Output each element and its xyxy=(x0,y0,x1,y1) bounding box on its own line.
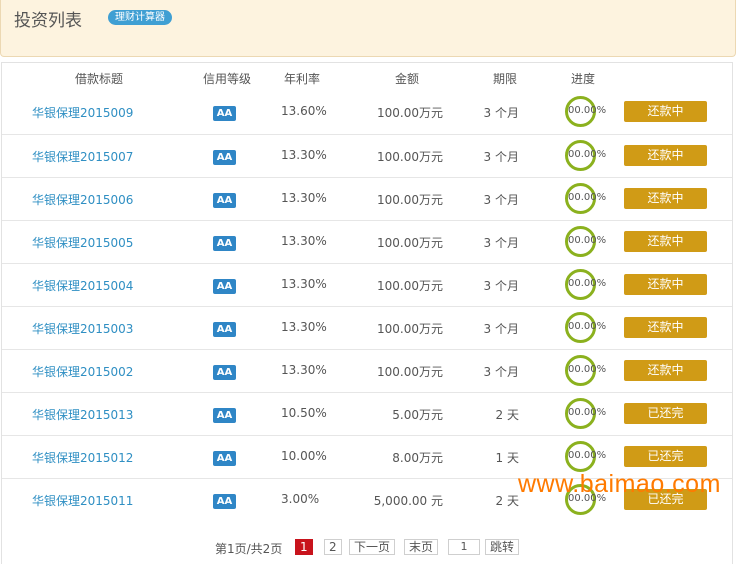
table-row: 华银保理2015003 AA 13.30% 100.00万元 3 个月 00.00% 还款中 xyxy=(2,306,732,349)
status-button[interactable]: 还款中 xyxy=(624,317,707,338)
loan-title-link[interactable]: 华银保理2015013 xyxy=(32,406,133,423)
credit-grade-badge: AA xyxy=(213,236,236,251)
credit-grade-badge: AA xyxy=(213,279,236,294)
investment-table: 借款标题 信用等级 年利率 金额 期限 进度 华银保理2015009 AA 13.6… xyxy=(1,62,733,564)
loan-term: 3 个月 xyxy=(483,193,519,207)
col-term: 期限 xyxy=(493,72,518,86)
loan-amount: 8.00万元 xyxy=(392,451,443,465)
credit-grade-badge: AA xyxy=(213,494,236,509)
status-button[interactable]: 还款中 xyxy=(624,188,707,209)
status-button[interactable]: 还款中 xyxy=(624,274,707,295)
last-page-button[interactable]: 末页 xyxy=(404,539,439,555)
col-amount: 金额 xyxy=(395,72,420,86)
col-title: 借款标题 xyxy=(75,72,124,86)
table-row: 华银保理2015012 AA 10.00% 8.00万元 1 天 00.00% 已还完 xyxy=(2,435,732,478)
status-button[interactable]: 已还完 xyxy=(624,489,707,510)
interest-rate: 13.30% xyxy=(281,277,327,291)
next-page-button[interactable]: 下一页 xyxy=(349,539,396,555)
status-button[interactable]: 已还完 xyxy=(624,403,707,424)
loan-term: 3 个月 xyxy=(483,106,519,120)
interest-rate: 13.30% xyxy=(281,320,327,334)
credit-grade-badge: AA xyxy=(213,365,236,380)
loan-amount: 100.00万元 xyxy=(377,150,443,164)
loan-title-link[interactable]: 华银保理2015005 xyxy=(32,234,133,251)
status-button[interactable]: 还款中 xyxy=(624,145,707,166)
interest-rate: 13.30% xyxy=(281,234,327,248)
page-info: 第1页/共2页 xyxy=(215,542,283,556)
credit-grade-badge: AA xyxy=(213,106,236,121)
loan-title-link[interactable]: 华银保理2015006 xyxy=(32,191,133,208)
credit-grade-badge: AA xyxy=(213,322,236,337)
table-row: 华银保理2015006 AA 13.30% 100.00万元 3 个月 00.00% 还款中 xyxy=(2,177,732,220)
interest-rate: 10.00% xyxy=(281,449,327,463)
col-grade: 信用等级 xyxy=(203,72,252,86)
loan-amount: 100.00万元 xyxy=(377,279,443,293)
loan-title-link[interactable]: 华银保理2015011 xyxy=(32,492,133,509)
loan-amount: 100.00万元 xyxy=(377,106,443,120)
table-row: 华银保理2015002 AA 13.30% 100.00万元 3 个月 00.00% 还款中 xyxy=(2,349,732,392)
jump-button[interactable]: 跳转 xyxy=(485,539,520,555)
interest-rate: 3.00% xyxy=(281,492,320,506)
table-row: 华银保理2015013 AA 10.50% 5.00万元 2 天 00.00% 已还完 xyxy=(2,392,732,435)
interest-rate: 13.60% xyxy=(281,104,327,118)
status-button[interactable]: 还款中 xyxy=(624,360,707,381)
page-header: 投资列表 理财计算器 xyxy=(0,0,736,57)
loan-title-link[interactable]: 华银保理2015009 xyxy=(32,104,133,121)
loan-title-link[interactable]: 华银保理2015007 xyxy=(32,148,133,165)
loan-amount: 100.00万元 xyxy=(377,322,443,336)
jump-page-input[interactable]: 1 xyxy=(448,539,480,555)
page-title: 投资列表 xyxy=(14,11,82,31)
credit-grade-badge: AA xyxy=(213,451,236,466)
interest-rate: 13.30% xyxy=(281,191,327,205)
table-row: 华银保理2015009 AA 13.60% 100.00万元 3 个月 00.00% 还款中 xyxy=(2,91,732,134)
loan-title-link[interactable]: 华银保理2015003 xyxy=(32,320,133,337)
loan-title-link[interactable]: 华银保理2015004 xyxy=(32,277,133,294)
pagination: 第1页/共2页 1 2 下一页 末页 1 跳转 xyxy=(2,538,732,558)
loan-title-link[interactable]: 华银保理2015012 xyxy=(32,449,133,466)
table-row: 华银保理2015011 AA 3.00% 5,000.00 元 2 天 00.00% 已还完 xyxy=(2,478,732,521)
interest-rate: 13.30% xyxy=(281,148,327,162)
loan-term: 3 个月 xyxy=(483,322,519,336)
interest-rate: 10.50% xyxy=(281,406,327,420)
col-rate: 年利率 xyxy=(284,72,321,86)
status-button[interactable]: 还款中 xyxy=(624,101,707,122)
status-button[interactable]: 已还完 xyxy=(624,446,707,467)
loan-amount: 5.00万元 xyxy=(392,408,443,422)
interest-rate: 13.30% xyxy=(281,363,327,377)
loan-amount: 5,000.00 元 xyxy=(373,494,443,508)
table-header: 借款标题 信用等级 年利率 金额 期限 进度 xyxy=(2,63,732,91)
progress-percent: 00.00% xyxy=(568,278,607,289)
table-row: 华银保理2015007 AA 13.30% 100.00万元 3 个月 00.00% 还款中 xyxy=(2,134,732,177)
progress-percent: 00.00% xyxy=(568,407,607,418)
loan-term: 3 个月 xyxy=(483,236,519,250)
progress-percent: 00.00% xyxy=(568,450,607,461)
loan-amount: 100.00万元 xyxy=(377,193,443,207)
credit-grade-badge: AA xyxy=(213,408,236,423)
credit-grade-badge: AA xyxy=(213,193,236,208)
progress-percent: 00.00% xyxy=(568,149,607,160)
loan-title-link[interactable]: 华银保理2015002 xyxy=(32,363,133,380)
col-progress: 进度 xyxy=(571,72,596,86)
progress-percent: 00.00% xyxy=(568,105,607,116)
loan-term: 1 天 xyxy=(495,451,519,465)
loan-amount: 100.00万元 xyxy=(377,236,443,250)
table-row: 华银保理2015004 AA 13.30% 100.00万元 3 个月 00.00% 还款中 xyxy=(2,263,732,306)
page-2-button[interactable]: 2 xyxy=(324,539,342,555)
progress-percent: 00.00% xyxy=(568,192,607,203)
loan-term: 3 个月 xyxy=(483,279,519,293)
loan-amount: 100.00万元 xyxy=(377,365,443,379)
finance-calculator-button[interactable]: 理财计算器 xyxy=(108,10,172,25)
loan-term: 2 天 xyxy=(495,408,519,422)
table-row: 华银保理2015005 AA 13.30% 100.00万元 3 个月 00.00% 还款中 xyxy=(2,220,732,263)
loan-term: 2 天 xyxy=(495,494,519,508)
credit-grade-badge: AA xyxy=(213,150,236,165)
loan-term: 3 个月 xyxy=(483,150,519,164)
loan-term: 3 个月 xyxy=(483,365,519,379)
progress-percent: 00.00% xyxy=(568,493,607,504)
page-1-button[interactable]: 1 xyxy=(295,539,313,555)
progress-percent: 00.00% xyxy=(568,364,607,375)
status-button[interactable]: 还款中 xyxy=(624,231,707,252)
progress-percent: 00.00% xyxy=(568,321,607,332)
progress-percent: 00.00% xyxy=(568,235,607,246)
